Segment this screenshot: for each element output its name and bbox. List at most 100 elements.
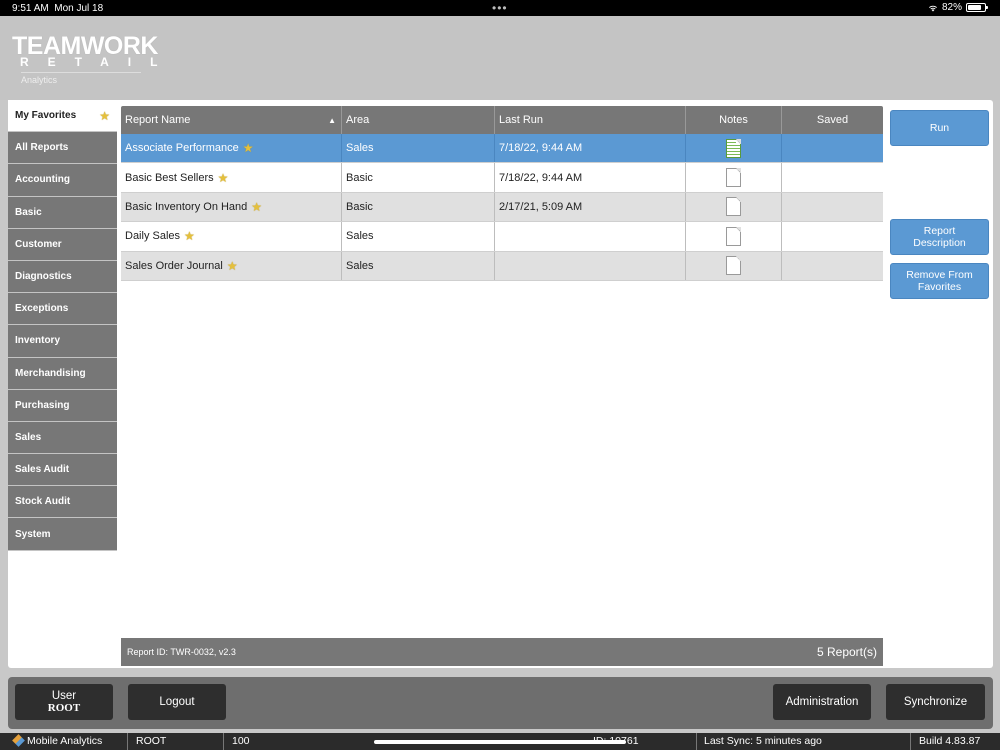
favorite-star-icon: ★ bbox=[251, 199, 263, 214]
home-indicator[interactable] bbox=[374, 740, 626, 744]
cell-report-name: Daily Sales ★ bbox=[121, 222, 342, 251]
cell-notes bbox=[686, 192, 782, 222]
sidebar-item-label: Inventory bbox=[15, 335, 61, 347]
report-description-button[interactable]: Report Description bbox=[890, 219, 989, 255]
cell-last-run: 7/18/22, 9:44 AM bbox=[495, 163, 686, 192]
sidebar-item-label: Diagnostics bbox=[15, 271, 72, 283]
cell-report-name: Basic Best Sellers ★ bbox=[121, 163, 342, 192]
battery-percent: 82% bbox=[941, 2, 962, 13]
sidebar-item-label: Accounting bbox=[15, 174, 70, 186]
multitask-dots-icon[interactable]: ••• bbox=[492, 1, 508, 15]
sidebar-item-sales-audit[interactable]: Sales Audit bbox=[8, 454, 117, 487]
teamwork-retail-logo: TEAMWORK RETAIL Analytics bbox=[12, 32, 177, 86]
sort-ascending-icon: ▲ bbox=[328, 116, 336, 125]
sidebar-item-purchasing[interactable]: Purchasing bbox=[8, 389, 117, 422]
cell-area: Sales bbox=[342, 134, 495, 163]
column-report-name[interactable]: Report Name ▲ bbox=[121, 106, 342, 134]
mobile-analytics-icon bbox=[12, 734, 25, 747]
status-time-date: 9:51 AM Mon Jul 18 bbox=[12, 3, 104, 14]
status-right: 82% bbox=[928, 2, 988, 13]
favorite-star-icon: ★ bbox=[226, 258, 238, 273]
cell-notes bbox=[686, 251, 782, 280]
user-button[interactable]: User ROOT bbox=[15, 684, 113, 720]
favorite-star-icon: ★ bbox=[242, 141, 254, 156]
sidebar-item-label: Merchandising bbox=[15, 367, 86, 379]
cell-notes bbox=[686, 222, 782, 251]
table-row[interactable]: Daily Sales ★ Sales bbox=[121, 222, 883, 252]
sidebar-item-label: Sales Audit bbox=[15, 464, 70, 476]
sidebar-item-label: Customer bbox=[15, 238, 62, 250]
sidebar-item-system[interactable]: System bbox=[8, 518, 117, 551]
wifi-icon bbox=[928, 5, 937, 11]
favorite-star-icon: ★ bbox=[217, 170, 229, 185]
sidebar-item-label: My Favorites bbox=[15, 110, 77, 122]
synchronize-button[interactable]: Synchronize bbox=[886, 684, 985, 720]
report-id: Report ID: TWR-0032, v2.3 bbox=[127, 647, 236, 657]
empty-document-icon[interactable] bbox=[726, 197, 741, 217]
app-header: TEAMWORK RETAIL Analytics bbox=[0, 16, 1000, 100]
status-location: 100 bbox=[232, 735, 250, 747]
sidebar-item-my-favorites[interactable]: My Favorites ★ bbox=[8, 100, 117, 133]
table-header: Report Name ▲ Area Last Run Notes Saved bbox=[121, 106, 883, 134]
cell-saved bbox=[782, 222, 883, 250]
table-row[interactable]: Basic Inventory On Hand ★ Basic 2/17/21, 5:… bbox=[121, 192, 883, 223]
sidebar-item-accounting[interactable]: Accounting bbox=[8, 164, 117, 197]
sidebar-item-sales[interactable]: Sales bbox=[8, 421, 117, 455]
reports-table: Report Name ▲ Area Last Run Notes Saved A… bbox=[121, 106, 883, 281]
cell-notes bbox=[686, 134, 782, 163]
sidebar-item-stock-audit[interactable]: Stock Audit bbox=[8, 486, 117, 519]
sidebar-item-label: Exceptions bbox=[15, 303, 69, 315]
sidebar-item-label: System bbox=[15, 528, 51, 540]
cell-last-run: 7/18/22, 9:44 AM bbox=[495, 134, 686, 163]
sidebar-item-label: Purchasing bbox=[15, 399, 70, 411]
cell-saved bbox=[782, 134, 883, 162]
user-name: ROOT bbox=[47, 702, 81, 714]
table-row[interactable]: Sales Order Journal ★ Sales bbox=[121, 251, 883, 281]
cell-area: Sales bbox=[342, 222, 495, 251]
status-bar: 9:51 AM Mon Jul 18 ••• 82% bbox=[0, 0, 1000, 16]
sidebar-item-diagnostics[interactable]: Diagnostics bbox=[8, 260, 117, 294]
sidebar-item-label: All Reports bbox=[15, 142, 69, 154]
status-user: ROOT bbox=[136, 735, 167, 747]
sidebar-item-inventory[interactable]: Inventory bbox=[8, 325, 117, 358]
cell-report-name: Sales Order Journal ★ bbox=[121, 251, 342, 280]
empty-document-icon[interactable] bbox=[726, 226, 741, 246]
report-count: 5 Report(s) bbox=[816, 645, 877, 659]
cell-area: Sales bbox=[342, 251, 495, 280]
app-name: Mobile Analytics bbox=[12, 734, 102, 747]
cell-saved bbox=[782, 163, 883, 191]
category-sidebar: My Favorites ★ All Reports Accounting Basic C… bbox=[8, 100, 117, 551]
cell-last-run: 2/17/21, 5:09 AM bbox=[495, 192, 686, 222]
cell-saved bbox=[782, 193, 883, 221]
cell-notes bbox=[686, 163, 782, 192]
sidebar-item-label: Sales bbox=[15, 431, 42, 443]
sidebar-item-basic[interactable]: Basic bbox=[8, 196, 117, 229]
cell-area: Basic bbox=[342, 163, 495, 192]
table-row[interactable]: Basic Best Sellers ★ Basic 7/18/22, 9:44 AM bbox=[121, 163, 883, 193]
notes-document-icon[interactable] bbox=[726, 138, 741, 158]
sidebar-item-all-reports[interactable]: All Reports bbox=[8, 132, 117, 165]
battery-icon bbox=[966, 3, 988, 12]
column-saved[interactable]: Saved bbox=[782, 106, 883, 134]
column-last-run[interactable]: Last Run bbox=[495, 106, 686, 134]
status-build: Build 4.83.87 bbox=[919, 735, 981, 747]
sidebar-item-customer[interactable]: Customer bbox=[8, 228, 117, 261]
cell-saved bbox=[782, 252, 883, 280]
cell-last-run bbox=[495, 222, 686, 251]
sidebar-item-label: Basic bbox=[15, 206, 42, 218]
report-info-bar: Report ID: TWR-0032, v2.3 5 Report(s) bbox=[121, 638, 883, 666]
sidebar-item-label: Stock Audit bbox=[15, 496, 71, 508]
favorite-star-icon: ★ bbox=[99, 108, 110, 123]
sidebar-item-merchandising[interactable]: Merchandising bbox=[8, 357, 117, 390]
run-button[interactable]: Run bbox=[890, 110, 989, 146]
remove-from-favorites-button[interactable]: Remove From Favorites bbox=[890, 263, 989, 299]
empty-document-icon[interactable] bbox=[726, 256, 741, 276]
table-row[interactable]: Associate Performance ★ Sales 7/18/22, 9:44… bbox=[121, 134, 883, 164]
status-last-sync: Last Sync: 5 minutes ago bbox=[704, 735, 822, 747]
logout-button[interactable]: Logout bbox=[128, 684, 226, 720]
empty-document-icon[interactable] bbox=[726, 168, 741, 188]
column-area[interactable]: Area bbox=[342, 106, 495, 134]
column-notes[interactable]: Notes bbox=[686, 106, 782, 134]
sidebar-item-exceptions[interactable]: Exceptions bbox=[8, 293, 117, 326]
administration-button[interactable]: Administration bbox=[773, 684, 871, 720]
